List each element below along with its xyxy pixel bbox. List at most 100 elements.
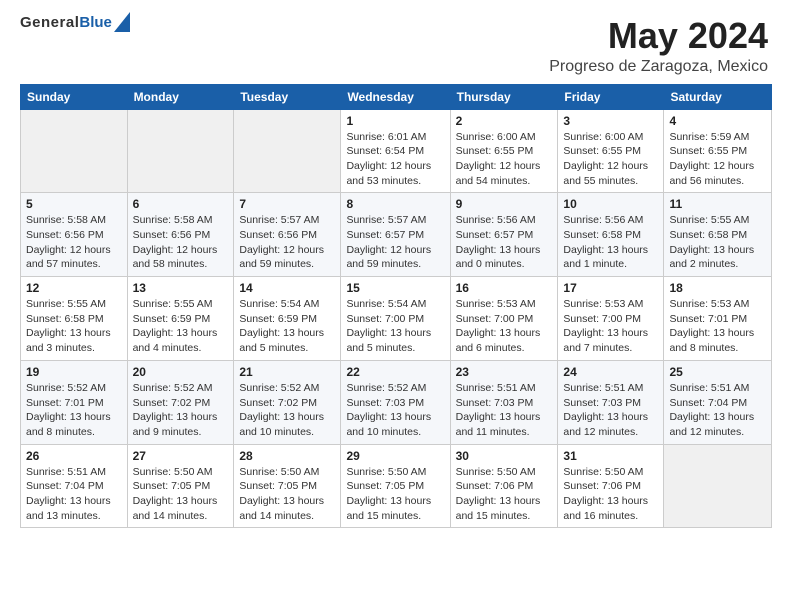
day-info: Sunrise: 5:53 AM Sunset: 7:00 PM Dayligh… bbox=[563, 297, 658, 356]
month-title: May 2024 bbox=[549, 16, 768, 56]
col-saturday: Saturday bbox=[664, 84, 772, 109]
table-row: 12 Sunrise: 5:55 AM Sunset: 6:58 PM Dayli… bbox=[21, 277, 128, 361]
day-info: Sunrise: 5:50 AM Sunset: 7:05 PM Dayligh… bbox=[346, 465, 444, 524]
day-number: 8 bbox=[346, 197, 444, 211]
title-area: May 2024 Progreso de Zaragoza, Mexico bbox=[549, 16, 772, 76]
day-number: 15 bbox=[346, 281, 444, 295]
day-info: Sunrise: 5:55 AM Sunset: 6:58 PM Dayligh… bbox=[26, 297, 122, 356]
day-info: Sunrise: 5:54 AM Sunset: 6:59 PM Dayligh… bbox=[239, 297, 335, 356]
day-number: 24 bbox=[563, 365, 658, 379]
day-info: Sunrise: 5:53 AM Sunset: 7:01 PM Dayligh… bbox=[669, 297, 766, 356]
day-info: Sunrise: 5:59 AM Sunset: 6:55 PM Dayligh… bbox=[669, 130, 766, 189]
day-number: 16 bbox=[456, 281, 553, 295]
day-info: Sunrise: 5:51 AM Sunset: 7:04 PM Dayligh… bbox=[669, 381, 766, 440]
day-number: 7 bbox=[239, 197, 335, 211]
table-row: 25 Sunrise: 5:51 AM Sunset: 7:04 PM Dayli… bbox=[664, 360, 772, 444]
day-info: Sunrise: 5:52 AM Sunset: 7:02 PM Dayligh… bbox=[239, 381, 335, 440]
day-number: 4 bbox=[669, 114, 766, 128]
table-row: 29 Sunrise: 5:50 AM Sunset: 7:05 PM Dayli… bbox=[341, 444, 450, 528]
day-number: 31 bbox=[563, 449, 658, 463]
table-row: 20 Sunrise: 5:52 AM Sunset: 7:02 PM Dayli… bbox=[127, 360, 234, 444]
table-row: 11 Sunrise: 5:55 AM Sunset: 6:58 PM Dayli… bbox=[664, 193, 772, 277]
day-number: 13 bbox=[133, 281, 229, 295]
col-sunday: Sunday bbox=[21, 84, 128, 109]
day-number: 23 bbox=[456, 365, 553, 379]
page: General Blue General Blue May 2024 Progr… bbox=[0, 0, 792, 612]
table-row: 31Sunrise: 5:50 AM Sunset: 7:06 PM Dayli… bbox=[558, 444, 664, 528]
col-thursday: Thursday bbox=[450, 84, 558, 109]
day-info: Sunrise: 5:50 AM Sunset: 7:06 PM Dayligh… bbox=[456, 465, 553, 524]
day-number: 19 bbox=[26, 365, 122, 379]
day-number: 27 bbox=[133, 449, 229, 463]
day-number: 10 bbox=[563, 197, 658, 211]
day-number: 3 bbox=[563, 114, 658, 128]
table-row: 30Sunrise: 5:50 AM Sunset: 7:06 PM Dayli… bbox=[450, 444, 558, 528]
day-info: Sunrise: 5:54 AM Sunset: 7:00 PM Dayligh… bbox=[346, 297, 444, 356]
table-row: 22Sunrise: 5:52 AM Sunset: 7:03 PM Dayli… bbox=[341, 360, 450, 444]
day-info: Sunrise: 6:00 AM Sunset: 6:55 PM Dayligh… bbox=[563, 130, 658, 189]
col-monday: Monday bbox=[127, 84, 234, 109]
day-number: 28 bbox=[239, 449, 335, 463]
logo-general-text: General bbox=[20, 14, 79, 31]
table-row: 16 Sunrise: 5:53 AM Sunset: 7:00 PM Dayli… bbox=[450, 277, 558, 361]
day-number: 12 bbox=[26, 281, 122, 295]
calendar-header-row: Sunday Monday Tuesday Wednesday Thursday… bbox=[21, 84, 772, 109]
table-row: 2Sunrise: 6:00 AM Sunset: 6:55 PM Daylig… bbox=[450, 109, 558, 193]
logo-blue-text: Blue bbox=[79, 14, 112, 31]
table-row: 17 Sunrise: 5:53 AM Sunset: 7:00 PM Dayli… bbox=[558, 277, 664, 361]
day-info: Sunrise: 5:52 AM Sunset: 7:02 PM Dayligh… bbox=[133, 381, 229, 440]
calendar-week-row: 5 Sunrise: 5:58 AM Sunset: 6:56 PM Daylig… bbox=[21, 193, 772, 277]
calendar-week-row: 26Sunrise: 5:51 AM Sunset: 7:04 PM Dayli… bbox=[21, 444, 772, 528]
table-row: 7Sunrise: 5:57 AM Sunset: 6:56 PM Daylig… bbox=[234, 193, 341, 277]
day-number: 1 bbox=[346, 114, 444, 128]
table-row: 28 Sunrise: 5:50 AM Sunset: 7:05 PM Dayli… bbox=[234, 444, 341, 528]
table-row: 24 Sunrise: 5:51 AM Sunset: 7:03 PM Dayli… bbox=[558, 360, 664, 444]
day-info: Sunrise: 5:56 AM Sunset: 6:58 PM Dayligh… bbox=[563, 213, 658, 272]
day-number: 6 bbox=[133, 197, 229, 211]
col-friday: Friday bbox=[558, 84, 664, 109]
calendar-week-row: 1 Sunrise: 6:01 AM Sunset: 6:54 PM Daylig… bbox=[21, 109, 772, 193]
table-row bbox=[127, 109, 234, 193]
table-row: 10 Sunrise: 5:56 AM Sunset: 6:58 PM Dayli… bbox=[558, 193, 664, 277]
day-info: Sunrise: 5:57 AM Sunset: 6:57 PM Dayligh… bbox=[346, 213, 444, 272]
day-number: 26 bbox=[26, 449, 122, 463]
table-row: 23Sunrise: 5:51 AM Sunset: 7:03 PM Dayli… bbox=[450, 360, 558, 444]
col-tuesday: Tuesday bbox=[234, 84, 341, 109]
table-row: 13 Sunrise: 5:55 AM Sunset: 6:59 PM Dayli… bbox=[127, 277, 234, 361]
table-row: 3 Sunrise: 6:00 AM Sunset: 6:55 PM Daylig… bbox=[558, 109, 664, 193]
day-number: 29 bbox=[346, 449, 444, 463]
day-number: 22 bbox=[346, 365, 444, 379]
table-row: 6Sunrise: 5:58 AM Sunset: 6:56 PM Daylig… bbox=[127, 193, 234, 277]
logo: General Blue General Blue bbox=[20, 16, 130, 32]
day-info: Sunrise: 5:55 AM Sunset: 6:59 PM Dayligh… bbox=[133, 297, 229, 356]
day-info: Sunrise: 5:58 AM Sunset: 6:56 PM Dayligh… bbox=[26, 213, 122, 272]
day-info: Sunrise: 5:53 AM Sunset: 7:00 PM Dayligh… bbox=[456, 297, 553, 356]
day-number: 20 bbox=[133, 365, 229, 379]
day-info: Sunrise: 5:50 AM Sunset: 7:05 PM Dayligh… bbox=[239, 465, 335, 524]
day-number: 17 bbox=[563, 281, 658, 295]
day-number: 2 bbox=[456, 114, 553, 128]
col-wednesday: Wednesday bbox=[341, 84, 450, 109]
day-info: Sunrise: 5:55 AM Sunset: 6:58 PM Dayligh… bbox=[669, 213, 766, 272]
day-info: Sunrise: 6:01 AM Sunset: 6:54 PM Dayligh… bbox=[346, 130, 444, 189]
location-title: Progreso de Zaragoza, Mexico bbox=[549, 58, 768, 76]
day-info: Sunrise: 5:51 AM Sunset: 7:03 PM Dayligh… bbox=[563, 381, 658, 440]
table-row: 19 Sunrise: 5:52 AM Sunset: 7:01 PM Dayli… bbox=[21, 360, 128, 444]
table-row: 4 Sunrise: 5:59 AM Sunset: 6:55 PM Daylig… bbox=[664, 109, 772, 193]
day-info: Sunrise: 5:52 AM Sunset: 7:01 PM Dayligh… bbox=[26, 381, 122, 440]
table-row bbox=[21, 109, 128, 193]
day-number: 25 bbox=[669, 365, 766, 379]
table-row: 14Sunrise: 5:54 AM Sunset: 6:59 PM Dayli… bbox=[234, 277, 341, 361]
table-row: 21 Sunrise: 5:52 AM Sunset: 7:02 PM Dayli… bbox=[234, 360, 341, 444]
table-row: 1 Sunrise: 6:01 AM Sunset: 6:54 PM Daylig… bbox=[341, 109, 450, 193]
day-number: 5 bbox=[26, 197, 122, 211]
header: General Blue General Blue May 2024 Progr… bbox=[20, 16, 772, 76]
table-row bbox=[664, 444, 772, 528]
day-number: 11 bbox=[669, 197, 766, 211]
day-number: 18 bbox=[669, 281, 766, 295]
table-row: 8 Sunrise: 5:57 AM Sunset: 6:57 PM Daylig… bbox=[341, 193, 450, 277]
day-number: 21 bbox=[239, 365, 335, 379]
table-row: 5 Sunrise: 5:58 AM Sunset: 6:56 PM Daylig… bbox=[21, 193, 128, 277]
table-row: 26Sunrise: 5:51 AM Sunset: 7:04 PM Dayli… bbox=[21, 444, 128, 528]
table-row: 15 Sunrise: 5:54 AM Sunset: 7:00 PM Dayli… bbox=[341, 277, 450, 361]
